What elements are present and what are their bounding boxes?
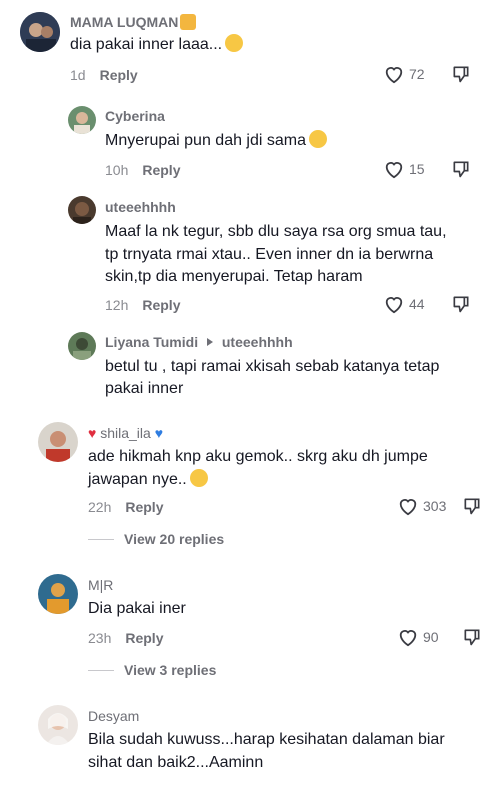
timestamp: 10h — [105, 162, 129, 178]
comment-line: betul tu , tapi ramai xkisah sebab katan… — [105, 358, 440, 375]
heart-outline-icon — [385, 297, 403, 314]
avatar-image-icon — [68, 106, 96, 134]
like-count: 44 — [409, 296, 425, 312]
timestamp: 22h — [88, 499, 112, 515]
family-emoji-icon — [180, 14, 197, 30]
divider — [88, 538, 114, 540]
like-count: 72 — [409, 66, 425, 82]
like-button[interactable]: 15 — [383, 159, 425, 179]
caret-right-icon — [206, 338, 213, 346]
like-button[interactable]: 72 — [383, 64, 425, 84]
avatar[interactable] — [20, 12, 60, 52]
dislike-button[interactable] — [462, 627, 482, 652]
heart-outline-icon — [399, 630, 417, 647]
comment-text-content: Mnyerupai pun dah jdi sama — [105, 132, 307, 149]
dislike-button[interactable] — [451, 159, 471, 184]
comment-meta: 23h Reply — [88, 630, 163, 646]
comment-line: Bila sudah kuwuss...harap kesihatan dala… — [88, 731, 445, 748]
timestamp: 12h — [105, 297, 129, 313]
comment-text: dia pakai inner laaa... — [70, 34, 244, 56]
thumbs-down-icon — [453, 161, 469, 178]
reply-button[interactable]: Reply — [125, 499, 163, 515]
avatar-image-icon — [68, 196, 96, 224]
thumbs-down-icon — [464, 629, 480, 646]
comment-line: tp trnyata rmai xtau.. Even inner dn ia … — [105, 246, 434, 263]
username[interactable]: Desyam — [88, 708, 139, 724]
reply-to-username[interactable]: uteeehhhh — [222, 334, 293, 350]
comment-text: Dia pakai iner — [88, 600, 186, 617]
comment-line: sihat dan baik2...Aaminn — [88, 754, 264, 771]
reply-button[interactable]: Reply — [142, 297, 180, 313]
blue-heart-icon: ♥ — [154, 425, 163, 441]
username-text[interactable]: Liyana Tumidi — [105, 334, 198, 350]
comment-text-content: dia pakai inner laaa... — [70, 36, 223, 53]
comment-meta: 1d Reply — [70, 67, 138, 83]
reply-button[interactable]: Reply — [100, 67, 138, 83]
view-replies-button[interactable]: View 3 replies — [88, 662, 216, 678]
username: Liyana Tumidi uteeehhhh — [105, 334, 293, 350]
red-heart-icon: ♥ — [88, 425, 97, 441]
avatar[interactable] — [38, 574, 78, 614]
thumbs-down-icon — [464, 498, 480, 515]
username[interactable]: M|R — [88, 577, 113, 593]
comment-line: jawapan nye.. — [88, 469, 208, 491]
avatar-image-icon — [38, 574, 78, 614]
heart-outline-icon — [399, 499, 417, 516]
username-text[interactable]: MAMA LUQMAN — [70, 14, 178, 30]
comment-line: ade hikmah knp aku gemok.. skrg aku dh j… — [88, 448, 428, 465]
avatar-image-icon — [68, 332, 96, 360]
avatar-image-icon — [38, 705, 78, 745]
like-button[interactable]: 303 — [397, 496, 446, 516]
comment-meta: 22h Reply — [88, 499, 163, 515]
timestamp: 23h — [88, 630, 112, 646]
heart-outline-icon — [385, 67, 403, 84]
avatar[interactable] — [68, 332, 96, 360]
username[interactable]: MAMA LUQMAN — [70, 14, 197, 30]
like-count: 90 — [423, 629, 439, 645]
like-button[interactable]: 90 — [397, 627, 439, 647]
like-count: 15 — [409, 161, 425, 177]
dislike-button[interactable] — [462, 496, 482, 521]
reply-button[interactable]: Reply — [142, 162, 180, 178]
comment-text-content: jawapan nye.. — [88, 471, 187, 488]
grinning-emoji-icon — [225, 34, 244, 52]
dislike-button[interactable] — [451, 294, 471, 319]
avatar-image-icon — [20, 12, 60, 52]
comment-line: pakai inner — [105, 380, 184, 397]
view-replies-button[interactable]: View 20 replies — [88, 531, 224, 547]
timestamp: 1d — [70, 67, 86, 83]
avatar[interactable] — [68, 196, 96, 224]
username[interactable]: uteeehhhh — [105, 199, 176, 215]
sweat-smile-emoji-icon — [309, 130, 328, 148]
comment-meta: 12h Reply — [105, 297, 180, 313]
divider — [88, 669, 114, 671]
thumbs-down-icon — [453, 296, 469, 313]
avatar[interactable] — [38, 705, 78, 745]
heart-outline-icon — [385, 162, 403, 179]
comment-line: Maaf la nk tegur, sbb dlu saya rsa org s… — [105, 223, 447, 240]
view-replies-label[interactable]: View 3 replies — [124, 662, 216, 678]
username[interactable]: Cyberina — [105, 108, 165, 124]
like-count: 303 — [423, 498, 447, 514]
relieved-emoji-icon — [189, 469, 208, 487]
avatar-image-icon — [38, 422, 78, 462]
dislike-button[interactable] — [451, 64, 471, 89]
username-text[interactable]: shila_ila — [100, 425, 151, 441]
view-replies-label[interactable]: View 20 replies — [124, 531, 224, 547]
avatar[interactable] — [38, 422, 78, 462]
username: ♥ shila_ila ♥ — [88, 425, 163, 441]
comment-line: skin,tp dia menyerupai. Tetap haram — [105, 268, 363, 285]
comment-meta: 10h Reply — [105, 162, 180, 178]
avatar[interactable] — [68, 106, 96, 134]
like-button[interactable]: 44 — [383, 294, 425, 314]
thumbs-down-icon — [453, 66, 469, 83]
reply-button[interactable]: Reply — [125, 630, 163, 646]
comment-text: Mnyerupai pun dah jdi sama — [105, 130, 328, 152]
